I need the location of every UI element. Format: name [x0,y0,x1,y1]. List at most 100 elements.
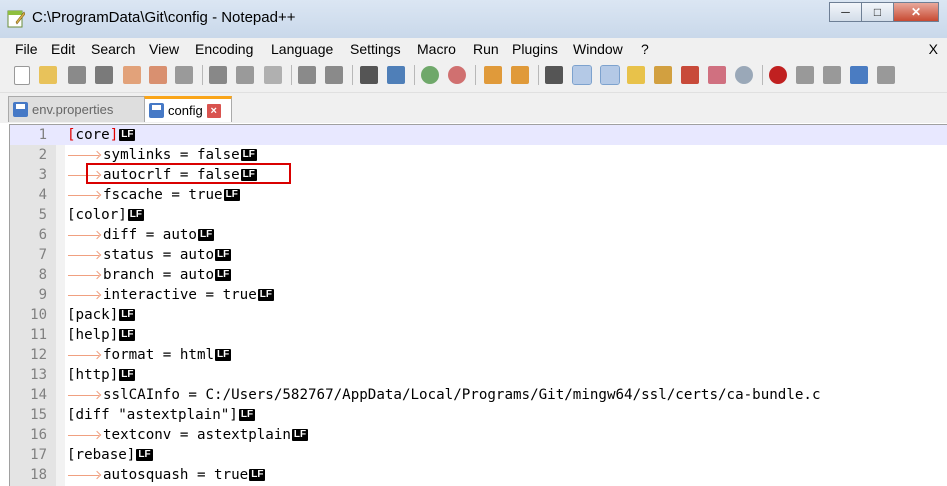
run-macro-multiple-icon[interactable] [850,66,868,84]
menu-edit[interactable]: Edit [51,41,75,57]
word-wrap-icon[interactable] [545,66,563,84]
menu-view[interactable]: View [149,41,179,57]
show-all-characters-icon[interactable] [572,65,592,85]
tab-arrow-icon [67,345,103,365]
user-defined-language-icon[interactable] [627,66,645,84]
toolbar-separator [291,65,292,85]
close-document-button[interactable]: X [929,41,938,57]
maximize-button[interactable]: □ [861,2,894,22]
eol-marker: LF [136,449,153,461]
tab-arrow-icon [67,385,103,405]
code-text: symlinks = false LF [67,145,257,165]
paste-icon[interactable] [264,66,282,84]
zoom-out-icon[interactable] [448,66,466,84]
code-line[interactable]: 18 autosquash = true LF [10,465,947,485]
cut-icon[interactable] [209,66,227,84]
replace-icon[interactable] [387,66,405,84]
code-line[interactable]: 12 format = html LF [10,345,947,365]
sync-horizontal-icon[interactable] [511,66,529,84]
undo-icon[interactable] [298,66,316,84]
code-line[interactable]: 17 [rebase] LF [10,445,947,465]
tab-config[interactable]: config × [144,96,232,122]
eol-marker: LF [249,469,266,481]
code-line[interactable]: 15 [diff "astextplain"] LF [10,405,947,425]
code-line[interactable]: 11 [help] LF [10,325,947,345]
code-line[interactable]: 10 [pack] LF [10,305,947,325]
eol-marker: LF [240,149,257,161]
menu-settings[interactable]: Settings [350,41,401,57]
minimize-button[interactable]: ─ [829,2,862,22]
toolbar [0,60,947,93]
close-button[interactable]: ✕ [893,2,939,22]
new-file-icon[interactable] [14,66,30,85]
save-icon[interactable] [68,66,86,84]
copy-icon[interactable] [236,66,254,84]
menu-language[interactable]: Language [271,41,333,57]
playback-macro-icon[interactable] [823,66,841,84]
line-content: interactive = true [103,287,257,303]
code-line[interactable]: 2 symlinks = false LF [10,145,947,165]
line-number: 16 [30,427,47,443]
eol-marker: LF [119,309,136,321]
menu-macro[interactable]: Macro [417,41,456,57]
open-file-icon[interactable] [39,66,57,84]
menu-file[interactable]: File [15,41,38,57]
eol-marker: LF [119,129,136,141]
line-content: symlinks = false [103,147,240,163]
bracket-highlight: [ [67,127,76,143]
code-line[interactable]: 5 [color] LF [10,205,947,225]
line-content: [rebase] [67,447,136,463]
tab-arrow-icon [67,465,103,485]
line-content: textconv = astextplain [103,427,291,443]
code-text: fscache = true LF [67,185,240,205]
code-line[interactable]: 6 diff = auto LF [10,225,947,245]
close-all-icon[interactable] [149,66,167,84]
save-all-icon[interactable] [95,66,113,84]
code-line[interactable]: 1 [core] LF [10,125,947,145]
redo-icon[interactable] [325,66,343,84]
line-number: 12 [30,347,47,363]
save-icon [13,102,28,117]
menu-run[interactable]: Run [473,41,499,57]
close-icon[interactable] [123,66,141,84]
code-line[interactable]: 13 [http] LF [10,365,947,385]
menu-search[interactable]: Search [91,41,135,57]
code-text: [help] LF [67,325,136,345]
menu-plugins[interactable]: Plugins [512,41,558,57]
tab-arrow-icon [67,265,103,285]
code-line[interactable]: 16 textconv = astextplain LF [10,425,947,445]
line-number: 3 [38,167,47,183]
toolbar-separator [352,65,353,85]
code-line[interactable]: 8 branch = auto LF [10,265,947,285]
toolbar-separator [414,65,415,85]
folder-as-workspace-icon[interactable] [708,66,726,84]
record-macro-icon[interactable] [769,66,787,84]
menu-help[interactable]: ? [641,41,649,57]
code-line[interactable]: 9 interactive = true LF [10,285,947,305]
document-map-icon[interactable] [654,66,672,84]
code-text: status = auto LF [67,245,232,265]
eol-marker: LF [215,249,232,261]
sync-vertical-icon[interactable] [484,66,502,84]
line-number: 9 [38,287,47,303]
tab-close-icon[interactable]: × [206,103,221,118]
stop-recording-icon[interactable] [796,66,814,84]
tab-env-properties[interactable]: env.properties [8,96,145,122]
function-list-icon[interactable] [681,66,699,84]
menu-encoding[interactable]: Encoding [195,41,253,57]
code-line[interactable]: 7 status = auto LF [10,245,947,265]
monitoring-icon[interactable] [735,66,753,84]
toolbar-separator [762,65,763,85]
zoom-in-icon[interactable] [421,66,439,84]
code-line[interactable]: 14 sslCAInfo = C:/Users/582767/AppData/Lo… [10,385,947,405]
line-content: [color] [67,207,127,223]
eol-marker: LF [127,209,145,221]
menu-window[interactable]: Window [573,41,623,57]
indent-guide-icon[interactable] [600,65,620,85]
line-number: 6 [38,227,47,243]
code-line[interactable]: 4 fscache = true LF [10,185,947,205]
save-macro-icon[interactable] [877,66,895,84]
print-icon[interactable] [175,66,193,84]
eol-marker: LF [223,189,240,201]
find-icon[interactable] [360,66,378,84]
